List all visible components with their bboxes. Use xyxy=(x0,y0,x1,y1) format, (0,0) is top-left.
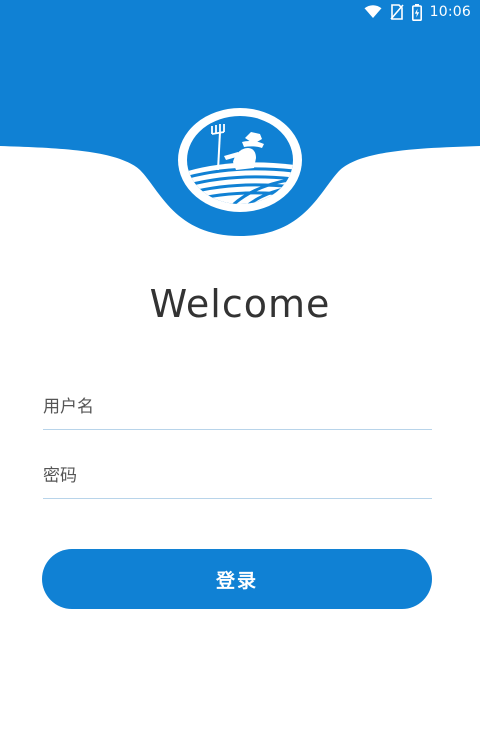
wifi-icon xyxy=(364,3,382,21)
battery-charging-icon xyxy=(411,3,422,21)
status-time: 10:06 xyxy=(429,4,471,20)
status-bar: 10:06 xyxy=(0,0,480,24)
no-sim-icon xyxy=(390,3,404,21)
username-field-container xyxy=(43,384,432,430)
password-input[interactable] xyxy=(43,453,432,498)
login-button[interactable]: 登录 xyxy=(42,549,432,609)
farmer-logo-icon xyxy=(178,108,302,212)
password-field-container xyxy=(43,453,432,499)
login-screen: 10:06 Welcome 登录 xyxy=(0,0,480,750)
welcome-title: Welcome xyxy=(149,282,331,326)
username-input[interactable] xyxy=(43,384,432,429)
